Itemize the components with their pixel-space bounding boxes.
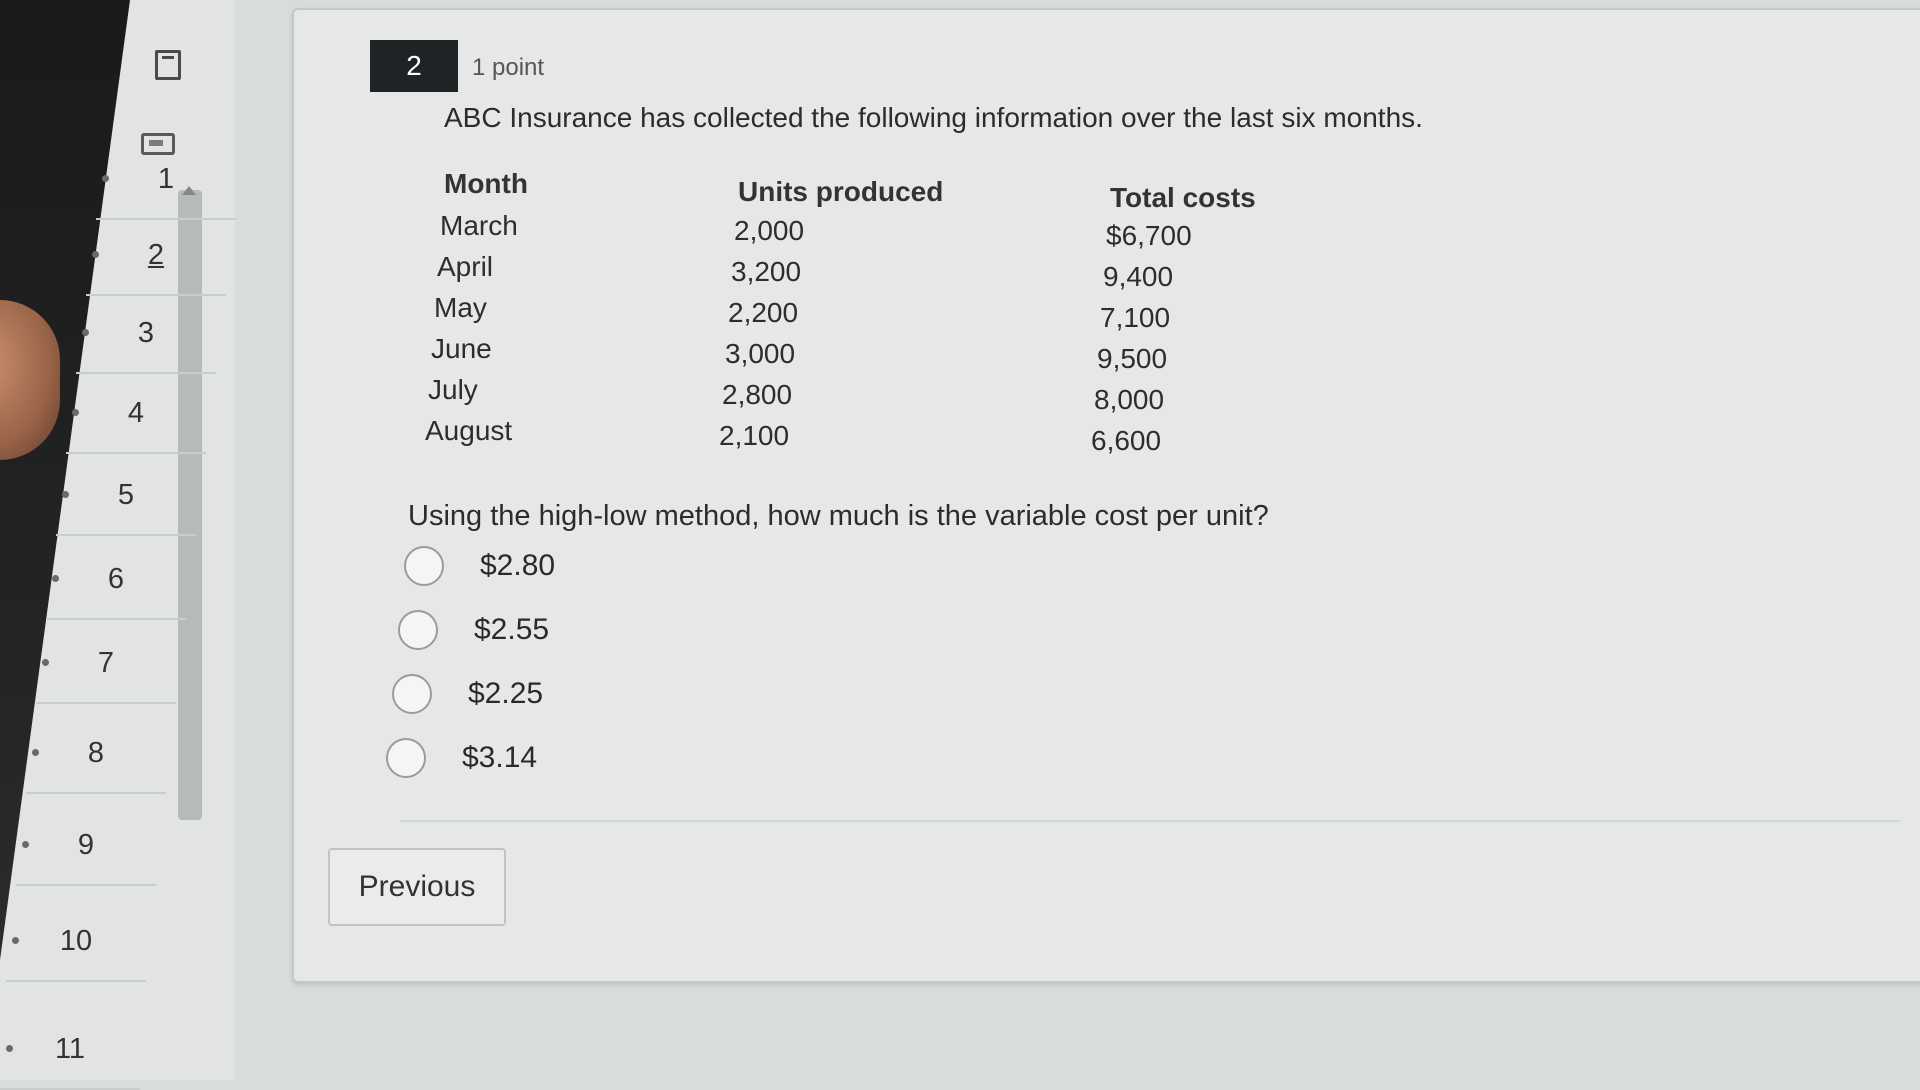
question-number-label: 9 [77, 828, 95, 861]
question-number-label: 8 [87, 736, 105, 769]
table-cell: 2,800 [722, 379, 793, 410]
question-status-dot [52, 575, 59, 582]
previous-button[interactable]: Previous [328, 848, 506, 926]
question-number-label: 6 [107, 562, 125, 595]
sidebar-question-5[interactable]: 5 [56, 456, 196, 536]
question-number-label: 7 [97, 646, 115, 679]
sidebar-question-8[interactable]: 8 [26, 714, 166, 794]
flag-icon [155, 50, 181, 80]
table-cell: 2,000 [734, 215, 805, 246]
answer-option-label: $2.55 [474, 613, 550, 646]
sidebar-question-10[interactable]: 10 [6, 902, 146, 982]
answer-option[interactable]: $3.14 [386, 732, 537, 784]
table-header-month: Month [444, 168, 528, 199]
table-cell: August [425, 415, 513, 446]
answer-option-label: $2.25 [468, 677, 544, 710]
question-status-dot [32, 749, 39, 756]
question-status-dot [102, 175, 109, 182]
question-text: Using the high-low method, how much is t… [408, 500, 1269, 532]
question-status-dot [72, 409, 79, 416]
question-status-dot [12, 937, 19, 944]
sidebar-question-11[interactable]: 11 [0, 1010, 140, 1090]
sidebar-question-7[interactable]: 7 [36, 624, 176, 704]
radio-button[interactable] [386, 738, 426, 778]
answer-option-label: $2.80 [480, 549, 556, 582]
question-number-badge: 2 [370, 40, 458, 92]
sidebar-question-2[interactable]: 2 [86, 216, 226, 296]
sidebar-question-1[interactable]: 1 [96, 140, 236, 220]
table-cell: March [440, 210, 518, 241]
table-cell: 8,000 [1094, 384, 1165, 415]
question-number-label: 5 [117, 478, 135, 511]
table-cell: 9,400 [1103, 261, 1174, 292]
table-cell: June [431, 333, 492, 364]
answer-option[interactable]: $2.80 [404, 540, 555, 592]
sidebar-question-3[interactable]: 3 [76, 294, 216, 374]
table-cell: May [434, 292, 487, 323]
sidebar-question-6[interactable]: 6 [46, 540, 186, 620]
table-cell: 3,000 [725, 338, 796, 369]
sidebar-question-9[interactable]: 9 [16, 806, 156, 886]
question-number-label: 2 [147, 238, 165, 271]
question-number-label: 11 [54, 1032, 86, 1065]
question-status-dot [6, 1045, 13, 1052]
question-status-dot [42, 659, 49, 666]
table-cell: 6,600 [1091, 425, 1162, 456]
table-header-costs: Total costs [1110, 182, 1256, 213]
table-cell: 7,100 [1100, 302, 1171, 333]
question-points: 1 point [472, 54, 545, 81]
question-prompt: ABC Insurance has collected the followin… [444, 102, 1423, 133]
question-number-label: 4 [127, 396, 145, 429]
radio-button[interactable] [404, 546, 444, 586]
flag-question-button[interactable] [148, 45, 188, 85]
radio-button[interactable] [392, 674, 432, 714]
table-cell: 2,100 [719, 420, 790, 451]
question-status-dot [62, 491, 69, 498]
answer-option-label: $3.14 [462, 741, 538, 774]
card-divider [400, 820, 1900, 822]
answer-option[interactable]: $2.55 [398, 604, 549, 656]
table-cell: 2,200 [728, 297, 799, 328]
table-cell: 9,500 [1097, 343, 1168, 374]
question-status-dot [92, 251, 99, 258]
sidebar-question-4[interactable]: 4 [66, 374, 206, 454]
question-number-label: 1 [157, 162, 175, 195]
table-cell: $6,700 [1106, 220, 1192, 251]
question-number-label: 10 [59, 924, 93, 957]
question-status-dot [22, 841, 29, 848]
answer-option[interactable]: $2.25 [392, 668, 543, 720]
table-cell: July [428, 374, 478, 405]
table-cell: 3,200 [731, 256, 802, 287]
table-header-units: Units produced [738, 176, 944, 207]
question-status-dot [82, 329, 89, 336]
question-card [292, 8, 1920, 983]
question-number-label: 3 [137, 316, 155, 349]
radio-button[interactable] [398, 610, 438, 650]
table-cell: April [437, 251, 494, 282]
